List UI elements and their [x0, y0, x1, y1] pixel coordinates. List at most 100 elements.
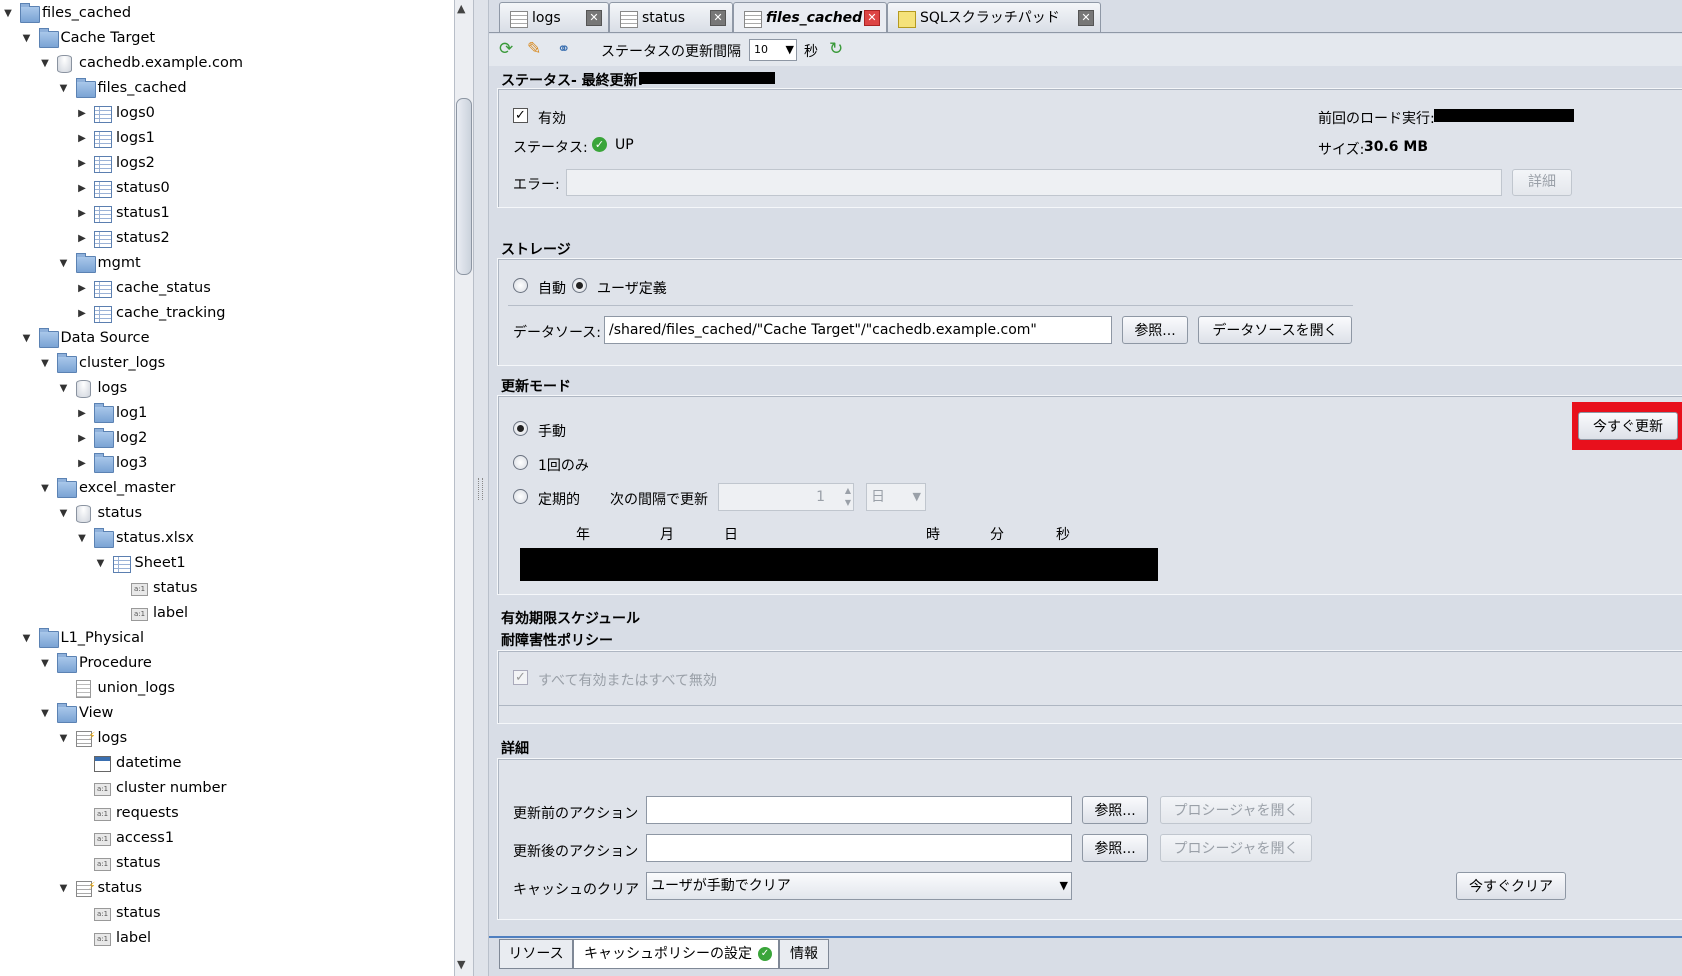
collapse-arrow-icon[interactable]: ▶ [76, 127, 88, 150]
open-datasource-button[interactable]: データソースを開く [1198, 316, 1352, 344]
storage-auto-radio[interactable] [513, 278, 528, 293]
status-ok-icon: ✓ [758, 947, 772, 961]
collapse-arrow-icon[interactable]: ▶ [76, 102, 88, 125]
post-action-browse-button[interactable]: 参照... [1082, 834, 1148, 862]
date-header: 秒 [1056, 527, 1070, 543]
view-icon [744, 11, 762, 28]
expand-arrow-icon[interactable]: ▼ [58, 252, 70, 275]
collapse-arrow-icon[interactable]: ▶ [76, 177, 88, 200]
post-action-field[interactable] [646, 834, 1072, 862]
expand-arrow-icon[interactable]: ▼ [58, 502, 70, 525]
tree-node-label: Procedure [79, 655, 152, 671]
close-icon[interactable]: ✕ [864, 10, 880, 26]
collapse-arrow-icon[interactable]: ▶ [76, 277, 88, 300]
expand-arrow-icon[interactable]: ▼ [21, 27, 33, 50]
close-icon[interactable]: ✕ [710, 10, 726, 26]
tree-node-label: status [116, 905, 161, 921]
scroll-up-icon[interactable]: ▲ [457, 2, 465, 15]
pre-action-field[interactable] [646, 796, 1072, 824]
tree-node-label: log2 [116, 430, 148, 446]
tree-node-label: files_cached [42, 5, 132, 21]
close-icon[interactable]: ✕ [1078, 10, 1094, 26]
tab-0[interactable]: logs ✕ [499, 2, 609, 32]
error-label: エラー: [513, 177, 560, 193]
collapse-arrow-icon[interactable]: ▶ [76, 202, 88, 225]
details-button[interactable]: 詳細 [1512, 169, 1572, 196]
collapse-arrow-icon[interactable]: ▶ [76, 427, 88, 450]
pre-action-browse-button[interactable]: 参照... [1082, 796, 1148, 824]
tree-node-label: log3 [116, 455, 148, 471]
collapse-arrow-icon[interactable]: ▶ [76, 152, 88, 175]
column-icon: a:1 [94, 833, 111, 846]
enabled-checkbox[interactable]: ✓ [513, 108, 528, 123]
tab-3[interactable]: SQLスクラッチパッド ✕ [887, 2, 1101, 32]
view-icon [75, 875, 96, 898]
expand-arrow-icon[interactable]: ▼ [39, 652, 51, 675]
tab-2[interactable]: files_cached ✕ [733, 2, 887, 33]
expand-arrow-icon[interactable]: ▼ [2, 2, 14, 25]
cache-clear-select[interactable]: ユーザが手動でクリア ▼ [646, 872, 1072, 900]
error-field[interactable] [566, 169, 1502, 196]
bottom-tab-resource[interactable]: リソース [499, 939, 573, 969]
schedule-datetime [520, 548, 1158, 581]
expand-arrow-icon[interactable]: ▼ [39, 477, 51, 500]
post-action-open-procedure-button[interactable]: プロシージャを開く [1160, 834, 1312, 862]
expand-arrow-icon[interactable]: ▼ [58, 877, 70, 900]
refresh-now-button[interactable]: 今すぐ更新 [1578, 412, 1678, 440]
scroll-thumb[interactable] [456, 98, 472, 275]
scroll-down-icon[interactable]: ▼ [457, 958, 465, 971]
tab-1[interactable]: status ✕ [609, 2, 733, 32]
all-enable-checkbox[interactable]: ✓ [513, 670, 528, 685]
collapse-arrow-icon[interactable]: ▶ [76, 302, 88, 325]
periodic-unit-select[interactable]: 日 ▼ [866, 483, 926, 511]
expand-arrow-icon[interactable]: ▼ [21, 327, 33, 350]
periodic-label: 定期的 [538, 492, 580, 508]
periodic-interval-spinner[interactable]: 1 ▲ ▼ [718, 483, 854, 511]
pre-action-open-procedure-button[interactable]: プロシージャを開く [1160, 796, 1312, 824]
expand-arrow-icon[interactable]: ▼ [58, 727, 70, 750]
bottom-tab-cache-policy[interactable]: キャッシュポリシーの設定 ✓ [573, 939, 779, 969]
spinner-arrows-icon[interactable]: ▲ ▼ [845, 485, 851, 509]
tree-node-label: status [116, 855, 161, 871]
expand-arrow-icon[interactable]: ▼ [39, 352, 51, 375]
refresh-status-icon[interactable]: ⟳ [499, 39, 513, 59]
tree-node-label: logs1 [116, 130, 155, 146]
date-header: 日 [724, 527, 738, 543]
once-radio[interactable] [513, 455, 528, 470]
expand-arrow-icon[interactable]: ▼ [58, 77, 70, 100]
clear-icon[interactable]: ✎ [527, 39, 541, 59]
tree-node-label: excel_master [79, 480, 176, 496]
expand-arrow-icon[interactable]: ▼ [95, 552, 107, 575]
refresh-icon[interactable]: ↻ [829, 39, 843, 59]
bottom-tab-info[interactable]: 情報 [779, 939, 829, 969]
close-icon[interactable]: ✕ [586, 10, 602, 26]
collapse-arrow-icon[interactable]: ▶ [76, 452, 88, 475]
column-icon: a:1 [94, 783, 111, 796]
expand-arrow-icon[interactable]: ▼ [76, 527, 88, 550]
split-divider[interactable] [474, 0, 489, 976]
collapse-arrow-icon[interactable]: ▶ [76, 227, 88, 250]
dependency-icon[interactable]: ⚭ [557, 39, 570, 58]
date-header: 月 [660, 527, 674, 543]
datasource-browse-button[interactable]: 参照... [1122, 316, 1188, 344]
expand-arrow-icon[interactable]: ▼ [39, 52, 51, 75]
calendar-icon [94, 756, 111, 772]
resource-tree[interactable]: ▼ files_cached ▼ Cache Target ▼ cachedb.examp… [0, 0, 454, 976]
storage-section-title: ストレージ [501, 242, 571, 258]
expand-arrow-icon[interactable]: ▼ [58, 377, 70, 400]
tree-node-label: status.xlsx [116, 530, 194, 546]
manual-radio[interactable] [513, 421, 528, 436]
tree-scrollbar[interactable]: ▲ ▼ [454, 0, 474, 976]
status-section-title: ステータス- 最終更新: [501, 73, 644, 89]
collapse-arrow-icon[interactable]: ▶ [76, 402, 88, 425]
column-icon: a:1 [94, 933, 111, 946]
clear-now-button[interactable]: 今すぐクリア [1456, 872, 1566, 900]
storage-user-radio[interactable] [572, 278, 587, 293]
datasource-field[interactable]: /shared/files_cached/"Cache Target"/"cac… [604, 316, 1112, 344]
expand-arrow-icon[interactable]: ▼ [21, 627, 33, 650]
folder-icon [57, 703, 77, 723]
periodic-radio[interactable] [513, 489, 528, 504]
procedure-icon [75, 680, 91, 698]
expand-arrow-icon[interactable]: ▼ [39, 702, 51, 725]
interval-select[interactable]: 10 ▼ [749, 39, 797, 61]
